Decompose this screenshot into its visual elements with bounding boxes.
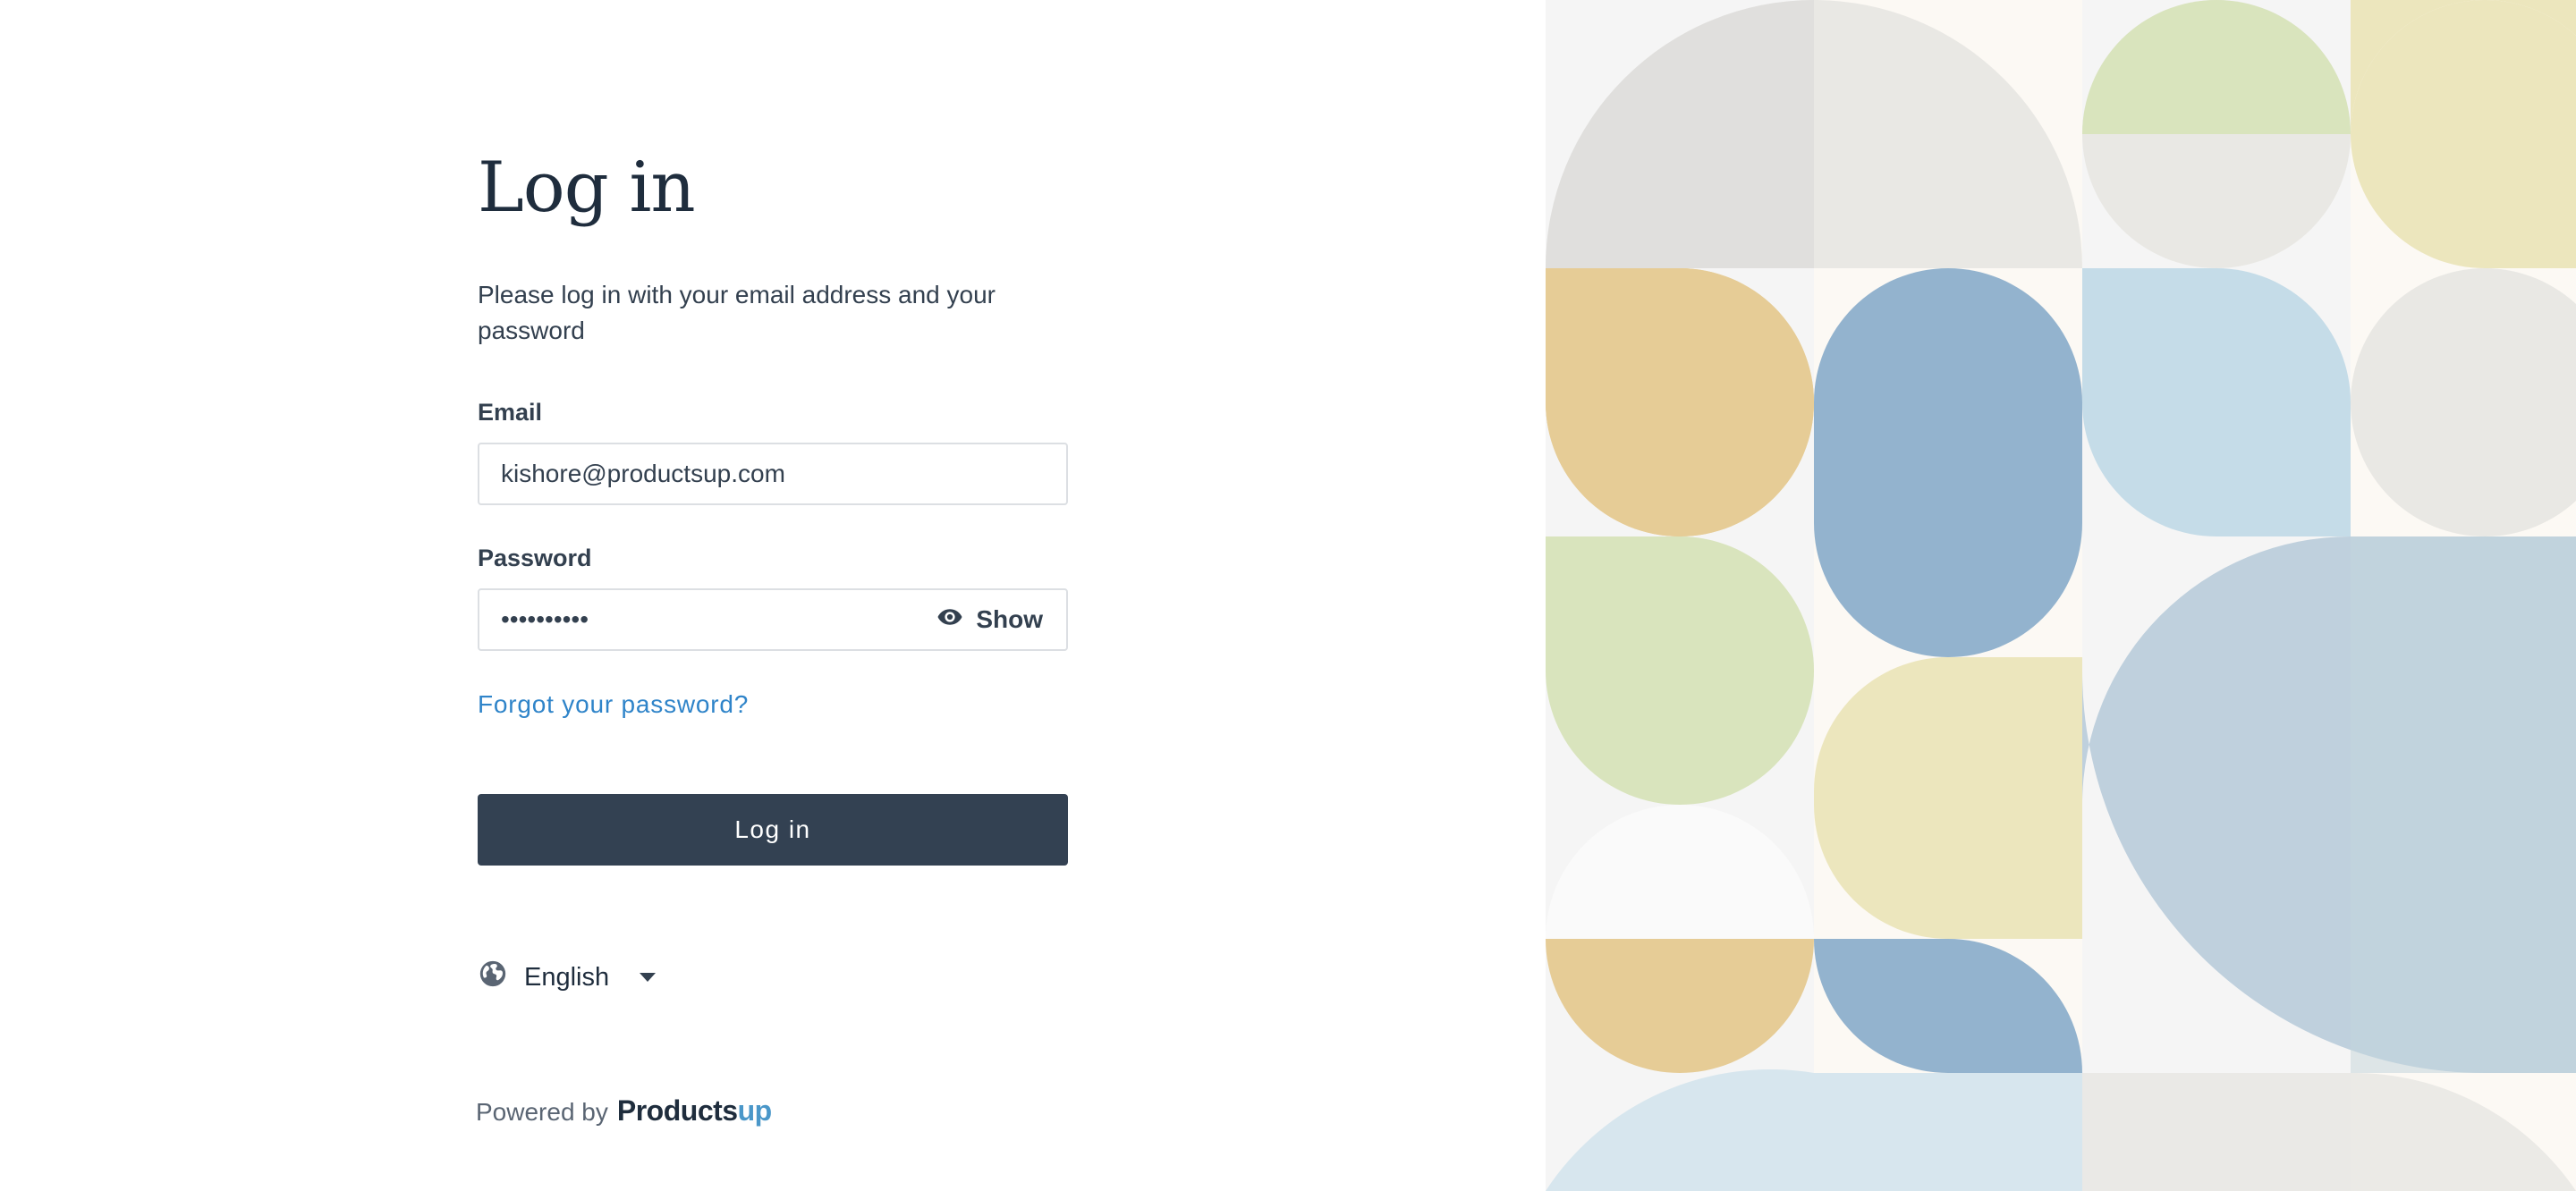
decorative-pattern-panel: [1546, 0, 2576, 1191]
password-field-container: Show: [478, 588, 1068, 651]
caret-down-icon: [640, 973, 657, 982]
logo-text-main: Products: [616, 1094, 738, 1127]
login-instructions: Please log in with your email address an…: [478, 281, 996, 344]
productsup-logo: Productsup: [617, 1094, 772, 1128]
language-selector[interactable]: English: [478, 959, 657, 996]
email-field-container: [478, 443, 1068, 505]
email-label: Email: [478, 399, 543, 426]
password-field[interactable]: [501, 590, 1002, 649]
show-password-toggle[interactable]: Show: [936, 590, 1043, 649]
eye-icon: [936, 604, 963, 637]
login-form: Log in Please log in with your email add…: [478, 134, 1068, 996]
login-panel: Log in Please log in with your email add…: [0, 0, 1546, 1191]
logo-text-accent: up: [737, 1094, 773, 1127]
page-title: Log in: [478, 148, 696, 228]
globe-icon: [478, 959, 508, 996]
powered-by-footer: Powered by Productsup: [476, 1094, 772, 1128]
login-button[interactable]: Log in: [478, 794, 1068, 866]
language-label: English: [524, 962, 610, 992]
forgot-password-link[interactable]: Forgot your password?: [478, 690, 749, 719]
password-label: Password: [478, 545, 592, 571]
show-password-label: Show: [976, 605, 1043, 633]
email-field[interactable]: [501, 444, 1002, 503]
geometric-pattern: [1546, 0, 2576, 1191]
powered-by-text: Powered by: [476, 1098, 608, 1126]
